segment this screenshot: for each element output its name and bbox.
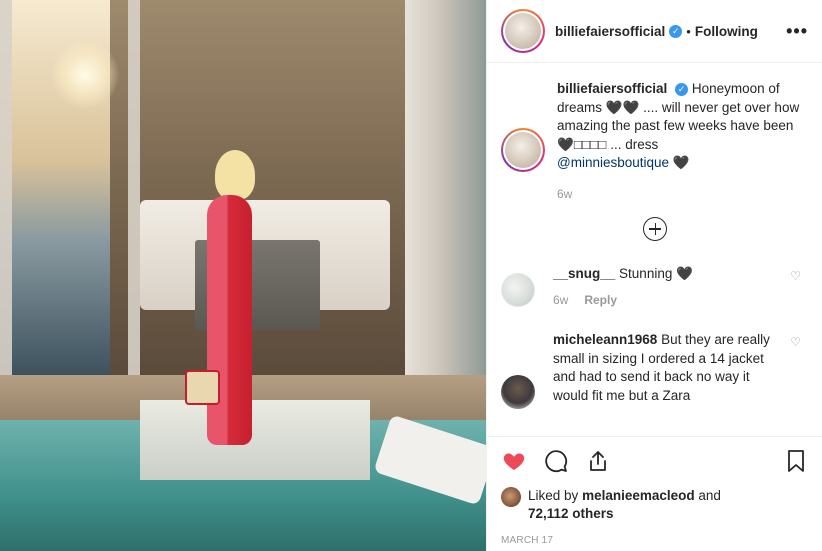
caption-text: billiefaiersofficial ✓ Honeymoon of drea… (557, 80, 807, 173)
caption-mention-link[interactable]: @minniesboutique (557, 155, 669, 170)
commenter-avatar[interactable] (501, 375, 535, 409)
post-caption: billiefaiersofficial ✓ Honeymoon of drea… (487, 80, 822, 201)
photo-person-hair (215, 150, 255, 200)
caption-boxes: □□□□ (573, 136, 607, 152)
caption-username[interactable]: billiefaiersofficial (557, 81, 667, 96)
comment-bubble-icon[interactable] (543, 448, 569, 474)
share-icon[interactable] (585, 448, 611, 474)
liker-avatar[interactable] (501, 487, 521, 507)
likes-summary: Liked by melanieemacleod and 72,112 othe… (501, 487, 809, 523)
photo-door-right (405, 0, 486, 420)
post-actions: Liked by melanieemacleod and 72,112 othe… (487, 436, 822, 546)
post-photo[interactable] (0, 0, 486, 551)
caption-body-3: 🖤 (669, 155, 690, 170)
post-header: billiefaiersofficial ✓ • Following ••• (487, 0, 822, 63)
caption-time[interactable]: 6w (557, 187, 807, 201)
caption-author-avatar[interactable] (501, 128, 545, 172)
following-button[interactable]: Following (695, 24, 758, 39)
commenter-avatar[interactable] (501, 272, 535, 307)
photo-person-bag (185, 370, 220, 405)
comment-meta: 6w Reply (553, 293, 783, 307)
liked-by-prefix: Liked by (528, 488, 579, 503)
verified-badge-icon: ✓ (675, 83, 689, 96)
photo-person-dress (207, 195, 252, 445)
likes-count[interactable]: 72,112 others (528, 506, 614, 521)
post-date[interactable]: MARCH 17 (501, 535, 809, 546)
more-options-icon[interactable]: ••• (786, 21, 808, 42)
author-avatar[interactable] (501, 9, 545, 53)
comment-body: Stunning 🖤 (619, 265, 693, 281)
liked-by-user[interactable]: melanieemacleod (582, 488, 695, 503)
comment-time[interactable]: 6w (553, 293, 568, 307)
bookmark-icon[interactable] (783, 448, 809, 474)
like-heart-icon[interactable] (501, 448, 527, 474)
likes-text: Liked by melanieemacleod and 72,112 othe… (528, 487, 721, 523)
comments-section[interactable]: billiefaiersofficial ✓ Honeymoon of drea… (487, 80, 822, 435)
author-username[interactable]: billiefaiersofficial (555, 24, 665, 39)
comment-username[interactable]: micheleann1968 (553, 332, 657, 347)
header-dot-separator: • (686, 23, 691, 39)
comment-text: __snug__ Stunning 🖤 (553, 265, 783, 284)
load-more-comments[interactable] (487, 216, 822, 241)
post-panel: billiefaiersofficial ✓ • Following ••• b… (486, 0, 822, 551)
liked-by-and: and (698, 488, 721, 503)
action-icons-row (501, 447, 809, 475)
photo-door-left (0, 0, 140, 440)
comment-text: micheleann1968 But they are really small… (553, 331, 783, 405)
comment-item: __snug__ Stunning 🖤 6w Reply ♡ (487, 265, 822, 307)
comment-like-heart-icon[interactable]: ♡ (790, 269, 801, 283)
comment-username[interactable]: __snug__ (553, 266, 615, 281)
plus-circle-icon[interactable] (643, 216, 667, 241)
verified-badge-icon: ✓ (669, 24, 683, 38)
caption-body-2: ... dress (606, 136, 659, 152)
comment-item: micheleann1968 But they are really small… (487, 331, 822, 409)
photo-person (185, 150, 265, 470)
reply-button[interactable]: Reply (584, 293, 617, 307)
comment-like-heart-icon[interactable]: ♡ (790, 335, 801, 349)
